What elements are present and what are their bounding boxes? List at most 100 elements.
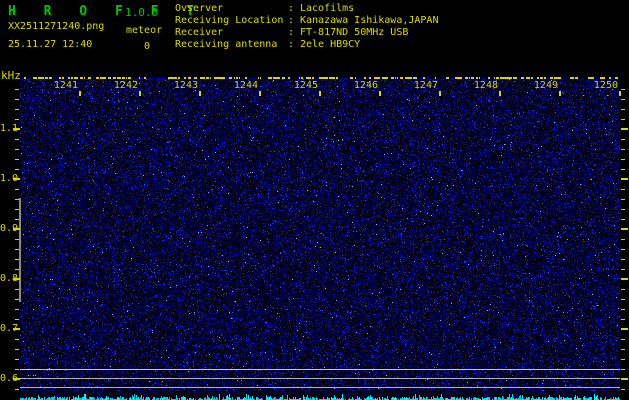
time-tick-mark — [499, 91, 501, 96]
freq-minor-tick — [15, 199, 19, 200]
hrofft-window: H R O F F T 1.0.0 XX2511271240.png meteo… — [0, 0, 629, 400]
time-tick-mark — [559, 91, 561, 96]
station-info-row: Receiving Location: Kanazawa Ishikawa,JAP… — [175, 15, 438, 27]
station-info-row: Receiving antenna:2ele HB9CY — [175, 39, 438, 51]
time-tick-label: 1247 — [413, 80, 438, 91]
freq-major-tick — [13, 228, 20, 230]
freq-minor-tick — [15, 339, 19, 340]
station-info-value: 2ele HB9CY — [300, 39, 361, 50]
spectrogram-canvas — [20, 76, 620, 400]
time-tick-label: 1242 — [113, 80, 138, 91]
station-info-row: Ovserver: Lacofilms — [175, 3, 438, 15]
station-info-label: Ovserver — [175, 3, 224, 14]
freq-minor-tick-right — [621, 139, 625, 140]
app-version: 1.0.0 — [125, 6, 159, 19]
freq-minor-tick-right — [621, 309, 625, 310]
station-info-label: Receiver — [175, 27, 224, 38]
time-tick-label: 1246 — [353, 80, 378, 91]
freq-minor-tick-right — [621, 289, 625, 290]
freq-major-tick-right — [621, 328, 628, 330]
freq-minor-tick — [15, 109, 19, 110]
freq-minor-tick-right — [621, 169, 625, 170]
freq-major-tick-right — [621, 128, 628, 130]
freq-minor-tick-right — [621, 159, 625, 160]
freq-minor-tick — [15, 219, 19, 220]
freq-tick-label: 0.8 — [0, 273, 19, 284]
freq-minor-tick — [15, 209, 19, 210]
freq-minor-tick-right — [621, 89, 625, 90]
freq-major-tick-right — [621, 378, 628, 380]
time-tick-label: 1248 — [473, 80, 498, 91]
freq-minor-tick-right — [621, 209, 625, 210]
freq-minor-tick-right — [621, 99, 625, 100]
freq-minor-tick-right — [621, 339, 625, 340]
freq-major-tick — [13, 128, 20, 130]
output-filename: XX2511271240.png — [8, 21, 105, 32]
freq-minor-tick-right — [621, 149, 625, 150]
time-tick-mark — [139, 91, 141, 96]
freq-tick-label: 1.0 — [0, 173, 19, 184]
freq-minor-tick — [15, 119, 19, 120]
freq-tick-label: 0.7 — [0, 323, 19, 334]
station-info-separator: : — [288, 3, 295, 14]
freq-minor-tick — [15, 369, 19, 370]
echo-count: 0 — [144, 41, 151, 52]
freq-minor-tick — [15, 159, 19, 160]
station-info-row: Receiver: FT-817ND 50MHz USB — [175, 27, 438, 39]
freq-minor-tick — [15, 139, 19, 140]
freq-minor-tick-right — [621, 239, 625, 240]
freq-major-tick-right — [621, 278, 628, 280]
time-tick-label: 1244 — [233, 80, 258, 91]
time-tick-label: 1243 — [173, 80, 198, 91]
freq-minor-tick-right — [621, 359, 625, 360]
freq-minor-tick — [15, 389, 19, 390]
station-info-value: Lacofilms — [300, 3, 355, 14]
freq-minor-tick-right — [621, 389, 625, 390]
freq-minor-tick-right — [621, 319, 625, 320]
time-tick-mark — [79, 91, 81, 96]
freq-minor-tick-right — [621, 199, 625, 200]
time-tick-mark — [379, 91, 381, 96]
freq-minor-tick-right — [621, 249, 625, 250]
left-edge-marker-line — [19, 198, 21, 302]
freq-minor-tick-right — [621, 299, 625, 300]
time-tick-label: 1245 — [293, 80, 318, 91]
freq-minor-tick — [15, 169, 19, 170]
freq-minor-tick — [15, 189, 19, 190]
time-tick-label: 1250 — [593, 80, 618, 91]
freq-minor-tick — [15, 299, 19, 300]
freq-major-tick — [13, 378, 20, 380]
freq-minor-tick — [15, 249, 19, 250]
station-info-separator: : — [288, 39, 295, 50]
freq-minor-tick-right — [621, 119, 625, 120]
freq-minor-tick-right — [621, 349, 625, 350]
freq-minor-tick — [15, 89, 19, 90]
time-tick-mark — [439, 91, 441, 96]
station-info-value: FT-817ND 50MHz USB — [300, 27, 409, 38]
freq-minor-tick-right — [621, 219, 625, 220]
freq-minor-tick — [15, 269, 19, 270]
station-info-separator: : — [288, 27, 295, 38]
freq-tick-label: 1.1 — [0, 123, 19, 134]
time-tick-mark — [319, 91, 321, 96]
freq-tick-label: 0.6 — [0, 373, 19, 384]
freq-minor-tick-right — [621, 259, 625, 260]
time-tick-label: 1249 — [533, 80, 558, 91]
time-tick-label: 1241 — [53, 80, 78, 91]
freq-minor-tick — [15, 319, 19, 320]
station-info-label: Receiving Location — [175, 15, 284, 26]
freq-minor-tick-right — [621, 269, 625, 270]
freq-minor-tick — [15, 309, 19, 310]
freq-minor-tick-right — [621, 189, 625, 190]
freq-minor-tick — [15, 99, 19, 100]
timestamp: 25.11.27 12:40 — [8, 39, 93, 50]
freq-minor-tick — [15, 359, 19, 360]
freq-unit-label: kHz — [1, 69, 21, 82]
freq-minor-tick-right — [621, 369, 625, 370]
station-info-value: Kanazawa Ishikawa,JAPAN — [300, 15, 439, 26]
station-info-table: Ovserver: Lacofilms Receiving Location: Kan… — [175, 3, 438, 51]
freq-major-tick — [13, 328, 20, 330]
freq-minor-tick — [15, 259, 19, 260]
freq-major-tick — [13, 178, 20, 180]
station-info-separator: : — [288, 15, 295, 26]
